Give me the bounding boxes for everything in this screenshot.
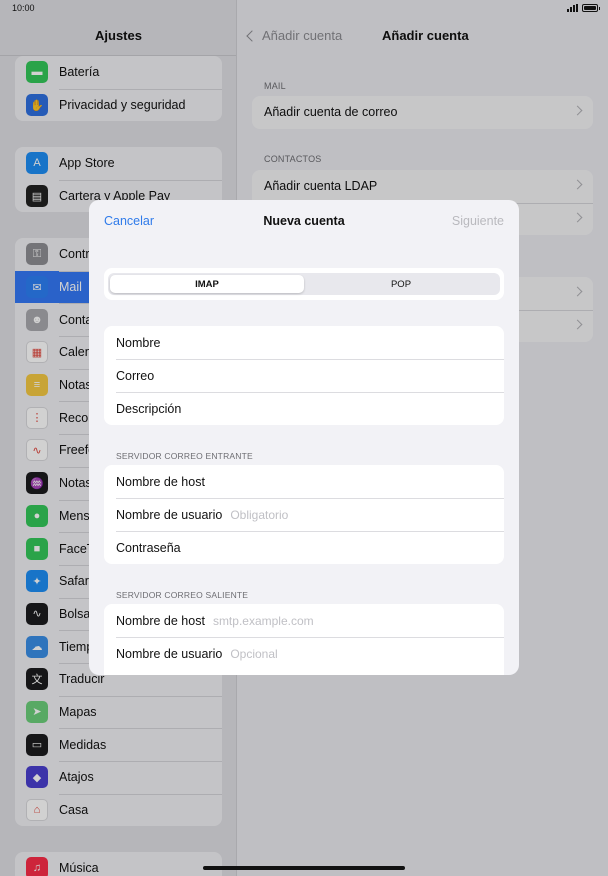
incoming-password-field[interactable]: Contraseña <box>104 531 504 564</box>
home-indicator[interactable] <box>203 866 405 870</box>
field-label: Nombre de usuario <box>116 647 222 661</box>
outgoing-server-header: SERVIDOR CORREO SALIENTE <box>116 590 248 600</box>
description-field[interactable]: Descripción <box>104 392 504 425</box>
email-field[interactable]: Correo <box>104 359 504 392</box>
field-label: Contraseña <box>116 541 181 555</box>
battery-status-icon <box>582 4 598 12</box>
incoming-server-card: Nombre de host Nombre de usuario Obligato… <box>104 465 504 564</box>
new-account-sheet: Nueva cuenta Cancelar Siguiente IMAP POP… <box>89 200 519 675</box>
outgoing-server-card: Nombre de host smtp.example.com Nombre de… <box>104 604 504 675</box>
field-placeholder: smtp.example.com <box>213 614 314 628</box>
field-label: Nombre de usuario <box>116 508 222 522</box>
field-label: Correo <box>116 369 154 383</box>
next-button[interactable]: Siguiente <box>452 214 504 228</box>
name-field[interactable]: Nombre <box>104 326 504 359</box>
field-placeholder: Obligatorio <box>230 508 288 522</box>
status-bar: 10:00 <box>0 0 608 18</box>
incoming-host-field[interactable]: Nombre de host <box>104 465 504 498</box>
segment-pop[interactable]: POP <box>304 275 498 293</box>
protocol-segmented-control: IMAP POP <box>104 268 504 300</box>
outgoing-host-field[interactable]: Nombre de host smtp.example.com <box>104 604 504 637</box>
outgoing-username-field[interactable]: Nombre de usuario Opcional <box>104 637 504 670</box>
segment-imap[interactable]: IMAP <box>110 275 304 293</box>
account-info-card: Nombre Correo Descripción <box>104 326 504 425</box>
cancel-button[interactable]: Cancelar <box>104 214 154 228</box>
field-placeholder: Opcional <box>230 647 277 661</box>
status-time: 10:00 <box>12 3 35 13</box>
signal-icon <box>567 4 578 12</box>
field-label: Nombre de host <box>116 475 205 489</box>
incoming-server-header: SERVIDOR CORREO ENTRANTE <box>116 451 253 461</box>
incoming-username-field[interactable]: Nombre de usuario Obligatorio <box>104 498 504 531</box>
field-label: Descripción <box>116 402 181 416</box>
field-label: Nombre de host <box>116 614 205 628</box>
field-label: Nombre <box>116 336 160 350</box>
